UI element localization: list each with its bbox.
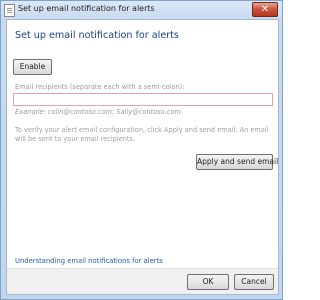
verify-instructions: To verify your alert email configuration… xyxy=(15,126,269,143)
dialog-content: Set up email notification for alerts Ena… xyxy=(6,19,279,295)
enable-button[interactable]: Enable xyxy=(13,59,52,75)
dialog-window: Set up email notification for alerts ✕ S… xyxy=(0,0,283,300)
recipients-label: Email recipients (separate each with a s… xyxy=(15,83,185,91)
window-title: Set up email notification for alerts xyxy=(18,4,155,13)
close-button[interactable]: ✕ xyxy=(252,2,278,17)
apply-and-send-email-button[interactable]: Apply and send email xyxy=(196,154,278,170)
email-recipients-field[interactable] xyxy=(13,93,273,106)
page-title: Set up email notification for alerts xyxy=(15,30,179,41)
cancel-button[interactable]: Cancel xyxy=(234,274,274,290)
help-link[interactable]: Understanding email notifications for al… xyxy=(15,257,163,265)
document-icon xyxy=(4,4,15,17)
title-bar[interactable]: Set up email notification for alerts ✕ xyxy=(1,1,282,19)
dialog-footer: OK Cancel xyxy=(7,268,278,294)
ok-button[interactable]: OK xyxy=(187,274,229,290)
recipients-example: Example: colin@contoso.com; Sally@contos… xyxy=(15,108,181,116)
